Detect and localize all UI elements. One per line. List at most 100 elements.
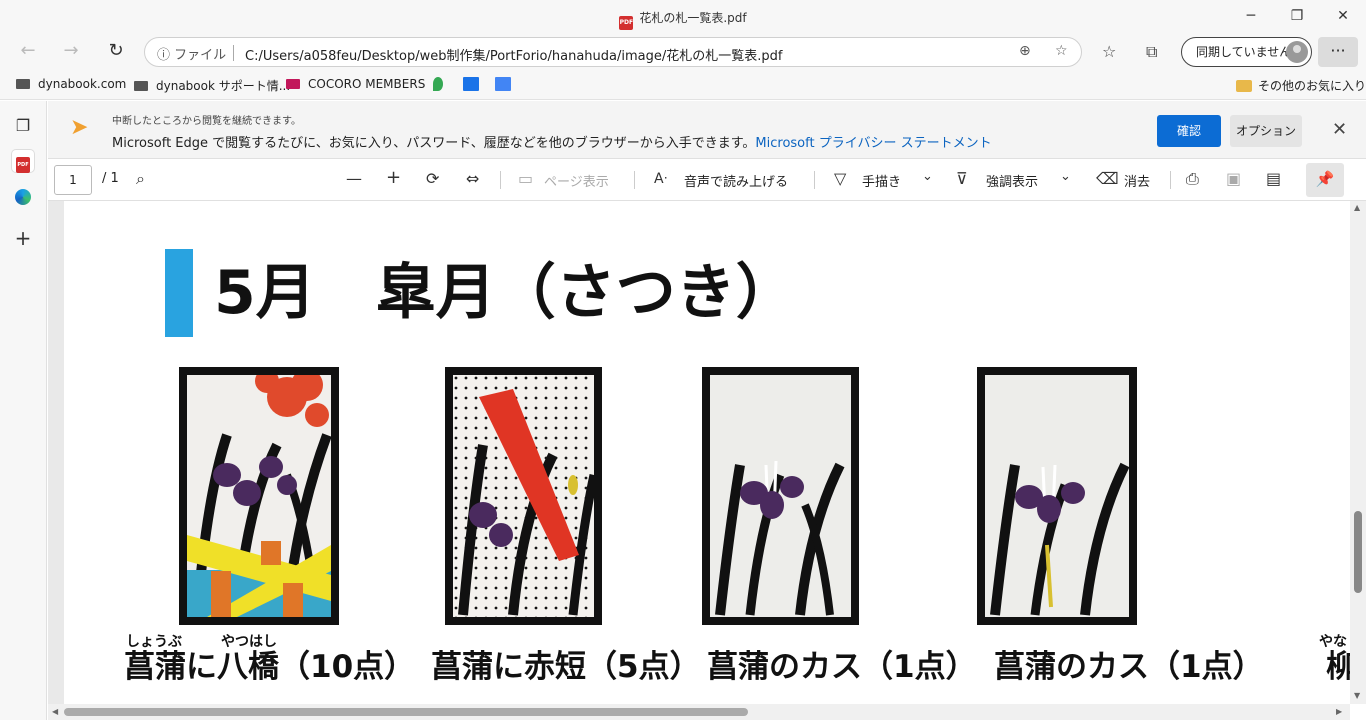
iris-plain-illustration-2: [985, 375, 1129, 617]
hanafuda-card-akatan: [445, 367, 602, 625]
forward-button[interactable]: →: [57, 40, 85, 64]
page-number-input[interactable]: 1: [54, 165, 92, 195]
pdf-document-area[interactable]: 5月 皐月（さつき） しょうぶ やつはし やな 菖蒲に八橋（10点） 菖蒲に赤短…: [48, 201, 1350, 704]
sync-label: 同期していません: [1196, 45, 1292, 59]
read-aloud-button[interactable]: 音声で読み上げる: [684, 171, 788, 190]
save-as-icon[interactable]: ▤: [1266, 169, 1281, 188]
heading-accent-bar: [165, 249, 193, 337]
browser-sidebar: ❐ PDF +: [0, 101, 47, 720]
search-icon[interactable]: ⌕: [136, 169, 145, 189]
paper-plane-icon: ➤: [70, 115, 89, 140]
minimize-button[interactable]: ─: [1228, 4, 1274, 30]
import-notification-bar: ➤ 中断したところから閲覧を継続できます。 Microsoft Edge で閲覧…: [48, 101, 1366, 159]
url-separator: [233, 45, 234, 61]
tab-actions-icon[interactable]: ❐: [12, 115, 34, 137]
confirm-button[interactable]: 確認: [1157, 115, 1221, 147]
horizontal-scrollbar[interactable]: ◀ ▶: [48, 704, 1350, 720]
close-window-button[interactable]: ✕: [1320, 4, 1366, 30]
iris-red-ribbon-illustration: [453, 375, 594, 617]
notification-small-text: 中断したところから閲覧を継続できます。: [112, 116, 301, 127]
address-bar: ← → ↻ ⓘ ファイル C:/Users/a058feu/Desktop/we…: [0, 34, 1366, 70]
favorite-dynabook-support[interactable]: dynabook サポート情...: [134, 77, 290, 94]
window-title: PDF 花札の札一覧表.pdf: [0, 9, 1366, 30]
iris-bridge-illustration: [187, 375, 331, 617]
card-caption-5: 柳: [1326, 649, 1350, 685]
month-heading: 5月 皐月（さつき）: [214, 258, 796, 328]
card-caption-3: 菖蒲のカス（1点）: [707, 649, 977, 685]
print-icon[interactable]: ⎙: [1186, 169, 1199, 189]
hanafuda-card-kasu-1: [702, 367, 859, 625]
favorites-bar: dynabook.com dynabook サポート情... COCORO ME…: [0, 70, 1366, 100]
favorite-google-translate[interactable]: [495, 77, 519, 93]
favorite-dynabook[interactable]: dynabook.com: [16, 77, 126, 91]
pdf-file-icon: PDF: [619, 16, 634, 30]
collections-icon[interactable]: ⧉: [1146, 42, 1157, 62]
window-titlebar: PDF 花札の札一覧表.pdf ─ ❐ ✕: [0, 0, 1366, 34]
translate-icon: [495, 77, 511, 91]
vertical-scroll-thumb[interactable]: [1354, 511, 1362, 593]
maps-icon: [433, 77, 443, 91]
site-info-label[interactable]: ⓘ ファイル: [157, 44, 226, 63]
folder-icon: [1236, 80, 1252, 92]
page-total: / 1: [102, 171, 119, 186]
hanafuda-card-kasu-2: [977, 367, 1137, 625]
page-view-icon: ▭: [518, 169, 534, 188]
settings-more-button[interactable]: ···: [1318, 37, 1358, 67]
zoom-out-button[interactable]: —: [346, 169, 362, 188]
erase-button[interactable]: 消去: [1124, 171, 1150, 190]
draw-button[interactable]: 手描き: [862, 171, 901, 190]
card-caption-2: 菖蒲に赤短（5点）: [431, 649, 701, 685]
cocoro-icon: [286, 79, 300, 89]
scroll-right-icon[interactable]: ▶: [1336, 707, 1342, 716]
dynabook-icon: [134, 81, 148, 91]
refresh-button[interactable]: ↻: [102, 40, 130, 64]
options-button[interactable]: オプション: [1230, 115, 1302, 147]
iris-plain-illustration: [710, 375, 851, 617]
card-caption-1: 菖蒲に八橋（10点）: [124, 649, 416, 685]
google-icon: [463, 77, 479, 91]
draw-options-chevron-icon[interactable]: ⌄: [922, 169, 933, 184]
add-favorite-icon[interactable]: ☆: [1055, 43, 1068, 59]
other-favorites[interactable]: その他のお気に入り: [1236, 77, 1366, 94]
close-notification-button[interactable]: ✕: [1332, 119, 1347, 140]
highlight-options-chevron-icon[interactable]: ⌄: [1060, 169, 1071, 184]
notification-main-text: Microsoft Edge で閲覧するたびに、お気に入り、パスワード、履歴など…: [112, 136, 992, 151]
save-icon[interactable]: ▣: [1226, 169, 1241, 188]
hanafuda-card-yatsuhashi: [179, 367, 339, 625]
favorites-icon[interactable]: ☆: [1102, 42, 1116, 61]
pin-toolbar-icon[interactable]: 📌: [1306, 163, 1344, 197]
url-box[interactable]: ⓘ ファイル C:/Users/a058feu/Desktop/web制作集/P…: [144, 37, 1082, 67]
read-aloud-icon: Aᐧ: [654, 171, 668, 187]
url-text[interactable]: C:/Users/a058feu/Desktop/web制作集/PortFori…: [245, 45, 782, 64]
new-tab-icon[interactable]: +: [12, 227, 34, 249]
favorite-google-sheets[interactable]: [463, 77, 487, 93]
window-title-text: 花札の札一覧表.pdf: [639, 11, 747, 25]
zoom-icon[interactable]: ⊕: [1019, 43, 1031, 59]
dynabook-icon: [16, 79, 30, 89]
highlight-button[interactable]: 強調表示: [986, 171, 1038, 190]
scroll-left-icon[interactable]: ◀: [52, 707, 58, 716]
scroll-up-icon[interactable]: ▲: [1354, 203, 1360, 212]
maximize-button[interactable]: ❐: [1274, 4, 1320, 30]
edge-tab-icon[interactable]: [12, 186, 34, 208]
eraser-icon: ⌫: [1096, 169, 1119, 188]
sync-status-button[interactable]: 同期していません: [1181, 37, 1312, 67]
pdf-tab-icon[interactable]: PDF: [12, 150, 34, 173]
profile-avatar-icon: [1286, 41, 1308, 63]
draw-icon: ▽: [834, 169, 847, 188]
highlight-icon: ⊽: [956, 169, 968, 188]
vertical-scrollbar[interactable]: ▲ ▼: [1350, 201, 1366, 704]
rotate-button[interactable]: ⟳: [426, 169, 439, 188]
favorite-maps[interactable]: [433, 77, 451, 93]
horizontal-scroll-thumb[interactable]: [64, 708, 748, 716]
back-button[interactable]: ←: [14, 40, 42, 64]
privacy-statement-link[interactable]: Microsoft プライバシー ステートメント: [755, 136, 991, 151]
page-view-button[interactable]: ページ表示: [544, 171, 609, 190]
card-caption-4: 菖蒲のカス（1点）: [994, 649, 1264, 685]
pdf-page: 5月 皐月（さつき） しょうぶ やつはし やな 菖蒲に八橋（10点） 菖蒲に赤短…: [64, 201, 1350, 704]
favorite-cocoro-members[interactable]: COCORO MEMBERS: [286, 77, 425, 91]
fit-width-button[interactable]: ⇔: [466, 169, 479, 188]
scroll-down-icon[interactable]: ▼: [1354, 691, 1360, 700]
zoom-in-button[interactable]: +: [386, 167, 401, 188]
pdf-toolbar: 1 / 1 ⌕ — + ⟳ ⇔ ▭ ページ表示 Aᐧ 音声で読み上げる ▽ 手描…: [48, 159, 1366, 201]
